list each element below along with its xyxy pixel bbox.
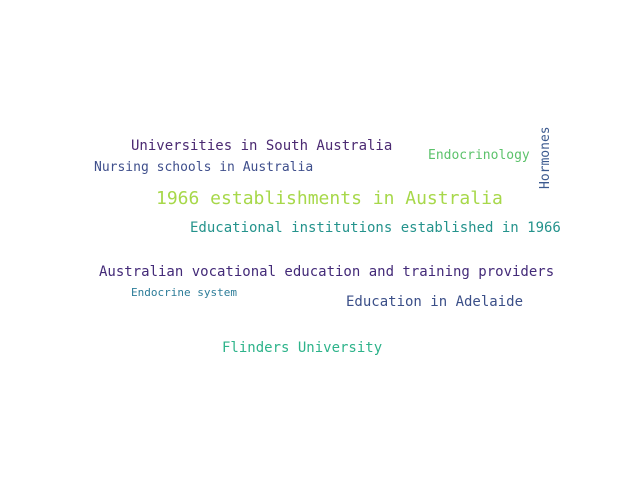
word-universities-south-australia: Universities in South Australia [131, 138, 393, 154]
word-education-adelaide: Education in Adelaide [346, 294, 524, 310]
word-endocrinology: Endocrinology [428, 148, 530, 163]
word-1966-establishments-australia: 1966 establishments in Australia [156, 188, 503, 209]
word-australian-vocational-education: Australian vocational education and trai… [99, 264, 555, 280]
word-nursing-schools-australia: Nursing schools in Australia [94, 160, 314, 175]
word-hormones: Hormones [538, 126, 553, 189]
word-cloud: Universities in South Australia Nursing … [0, 0, 640, 480]
word-flinders-university: Flinders University [222, 340, 383, 356]
word-educational-institutions-1966: Educational institutions established in … [190, 220, 561, 236]
word-endocrine-system: Endocrine system [131, 286, 237, 299]
